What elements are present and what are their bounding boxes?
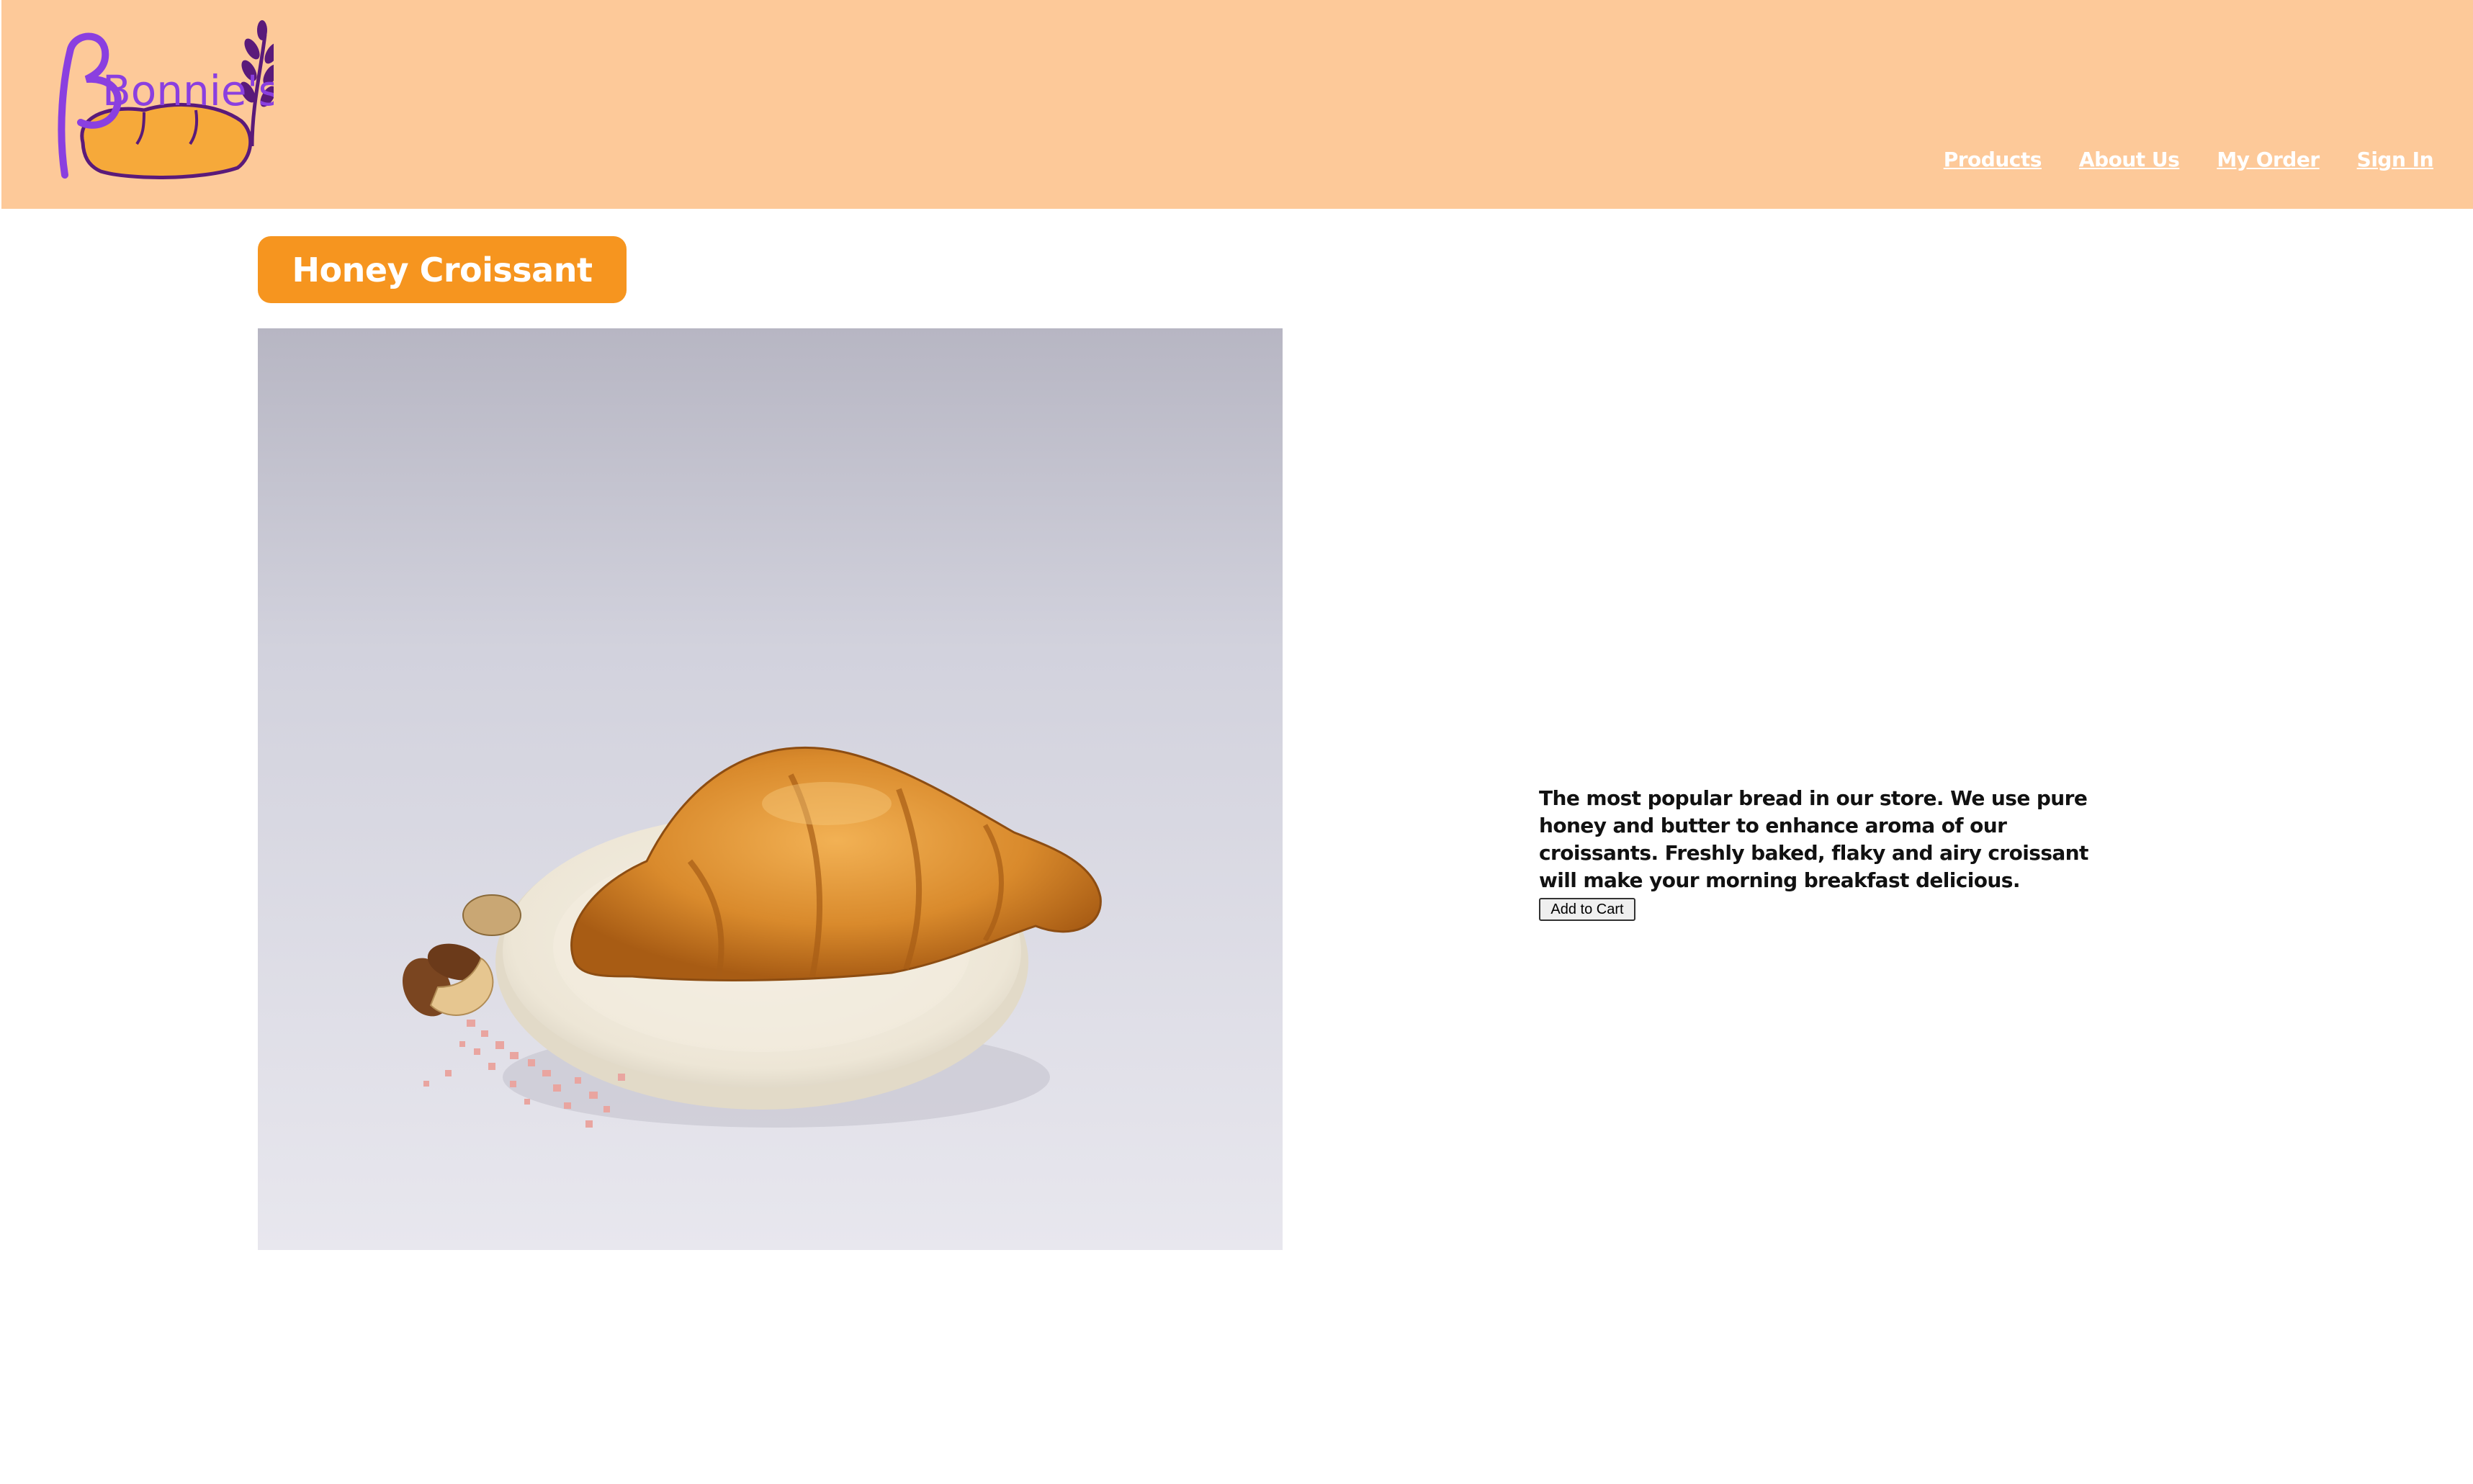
nav-link-about-us[interactable]: About Us [2079, 148, 2180, 171]
nav-link-products[interactable]: Products [1944, 148, 2042, 171]
main-nav: Products About Us My Order Sign In [1944, 148, 2434, 171]
logo-wordmark: Bonnie's [102, 66, 274, 115]
nav-link-sign-in[interactable]: Sign In [2357, 148, 2434, 171]
croissant-photo [258, 328, 1283, 1250]
nav-link-my-order[interactable]: My Order [2217, 148, 2320, 171]
add-to-cart-button[interactable]: Add to Cart [1539, 898, 1635, 921]
bonnies-logo[interactable]: Bonnie's [36, 20, 280, 183]
site-header: Bonnie's Products About Us My Order Sign… [1, 0, 2473, 209]
product-description: The most popular bread in our store. We … [1539, 786, 2088, 892]
product-title: Honey Croissant [258, 236, 627, 303]
